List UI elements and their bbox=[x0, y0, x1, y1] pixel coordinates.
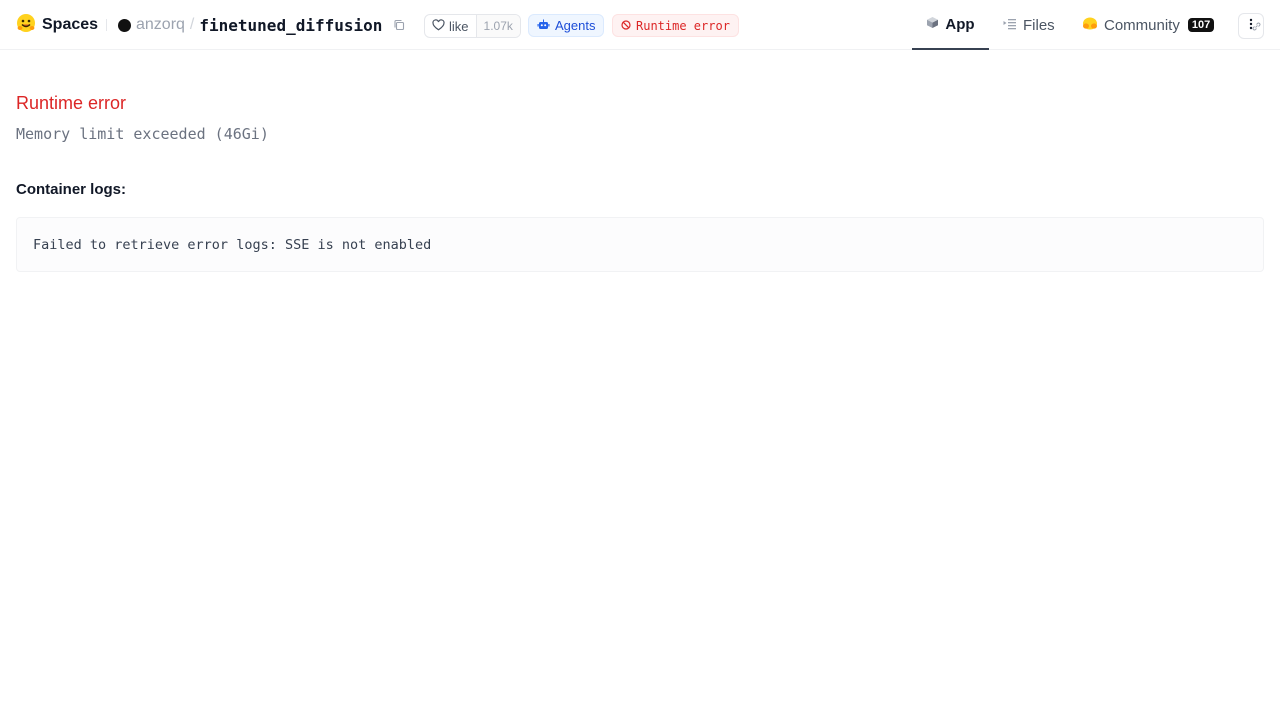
repo-name-link[interactable]: finetuned_diffusion bbox=[199, 16, 382, 35]
agents-label: Agents bbox=[555, 18, 596, 33]
header-divider bbox=[106, 19, 107, 31]
tab-community[interactable]: Community 107 bbox=[1082, 0, 1215, 50]
link-icon bbox=[1252, 18, 1261, 36]
community-count-badge: 107 bbox=[1187, 18, 1215, 32]
hugging-face-logo-icon bbox=[16, 13, 36, 38]
owner-avatar[interactable] bbox=[118, 18, 131, 32]
top-header: Spaces anzorq / finetuned_diffusion like… bbox=[0, 0, 1280, 50]
like-group: like 1.07k bbox=[424, 14, 521, 38]
container-logs-box: Failed to retrieve error logs: SSE is no… bbox=[16, 217, 1264, 272]
tab-files-label: Files bbox=[1023, 16, 1055, 34]
logs-message: Failed to retrieve error logs: SSE is no… bbox=[33, 237, 432, 253]
robot-icon bbox=[537, 18, 550, 34]
tab-files[interactable]: Files bbox=[1003, 0, 1055, 50]
owner-link[interactable]: anzorq bbox=[136, 16, 185, 34]
like-button[interactable]: like bbox=[425, 15, 476, 37]
cube-icon bbox=[926, 16, 939, 33]
spaces-home-link[interactable]: Spaces bbox=[16, 13, 98, 37]
copy-icon[interactable] bbox=[393, 19, 405, 31]
runtime-status-label: Runtime error bbox=[636, 18, 730, 33]
more-options-button[interactable] bbox=[1238, 13, 1264, 39]
error-detail-text: Memory limit exceeded (46Gi) bbox=[16, 125, 269, 143]
ban-icon bbox=[621, 19, 631, 33]
runtime-error-heading: Runtime error bbox=[16, 93, 127, 113]
tab-app[interactable]: App bbox=[912, 0, 989, 50]
runtime-status-badge: Runtime error bbox=[612, 14, 739, 37]
breadcrumb-separator: / bbox=[189, 16, 195, 33]
tab-app-label: App bbox=[945, 15, 975, 33]
agents-badge[interactable]: Agents bbox=[528, 14, 605, 37]
like-label: like bbox=[449, 18, 469, 34]
tab-community-label: Community bbox=[1104, 16, 1180, 34]
repo-breadcrumb: anzorq / finetuned_diffusion bbox=[118, 13, 405, 37]
heart-icon bbox=[432, 18, 445, 34]
like-count[interactable]: 1.07k bbox=[475, 15, 520, 37]
container-logs-heading: Container logs: bbox=[16, 181, 127, 198]
brand-label: Spaces bbox=[42, 16, 99, 33]
files-icon bbox=[1003, 17, 1017, 34]
hug-icon bbox=[1082, 16, 1098, 34]
